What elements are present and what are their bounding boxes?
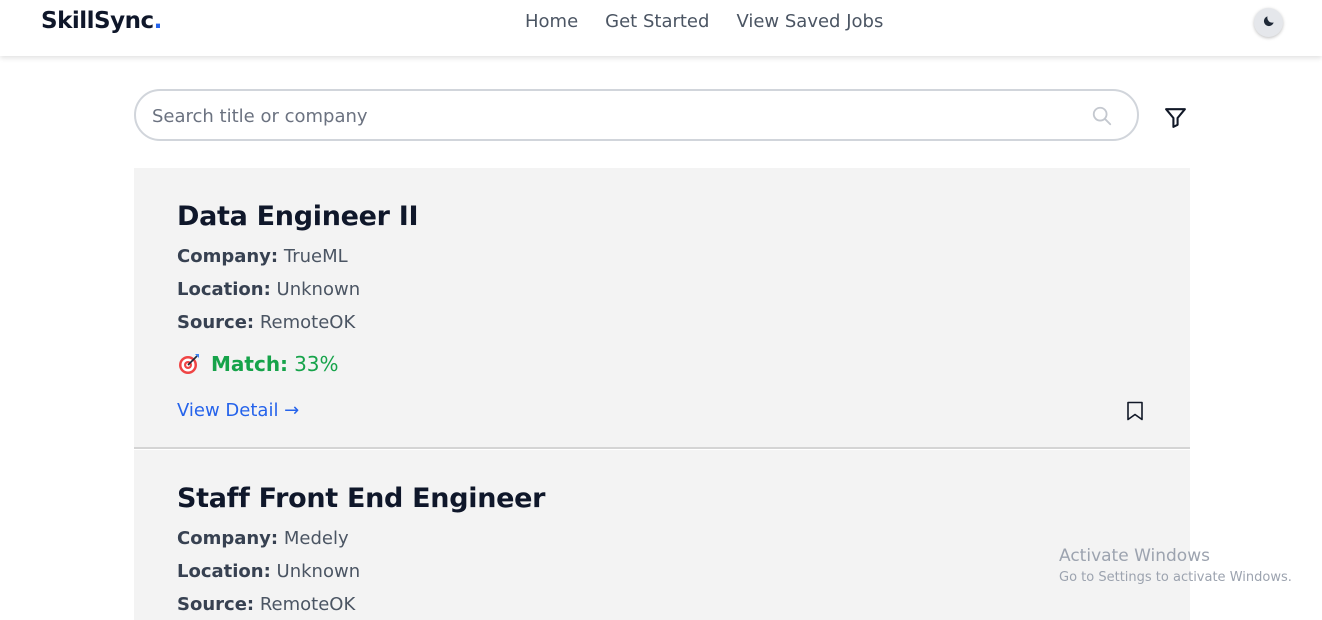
job-source: Source: RemoteOK — [177, 312, 355, 333]
company-label: Company: — [177, 528, 279, 549]
company-value: Medely — [283, 528, 349, 549]
job-source: Source: RemoteOK — [177, 594, 355, 615]
nav-view-saved-jobs[interactable]: View Saved Jobs — [736, 11, 883, 32]
watermark-title: Activate Windows — [1059, 546, 1210, 566]
navbar: SkillSync. Home Get Started View Saved J… — [0, 0, 1322, 56]
job-title: Data Engineer II — [177, 201, 419, 232]
windows-activation-watermark: Activate Windows Go to Settings to activ… — [1059, 546, 1292, 585]
nav-get-started[interactable]: Get Started — [605, 11, 709, 32]
brand-dot: . — [153, 8, 163, 34]
source-label: Source: — [177, 312, 255, 333]
company-value: TrueML — [283, 246, 348, 267]
match-value: 33% — [294, 352, 339, 376]
match-label: Match: — [211, 352, 289, 376]
job-location: Location: Unknown — [177, 279, 360, 300]
job-title: Staff Front End Engineer — [177, 483, 546, 514]
view-detail-link[interactable]: View Detail → — [177, 400, 299, 421]
source-value: RemoteOK — [259, 312, 356, 333]
search-input[interactable] — [152, 103, 1072, 129]
job-card: Staff Front End Engineer Company: Medely… — [134, 450, 1190, 620]
job-card: Data Engineer II Company: TrueML Locatio… — [134, 168, 1190, 449]
source-value: RemoteOK — [259, 594, 356, 615]
job-match: Match: 33% — [177, 352, 339, 376]
theme-toggle-button[interactable] — [1254, 8, 1283, 37]
moon-icon — [1262, 13, 1276, 32]
location-value: Unknown — [276, 561, 361, 582]
location-label: Location: — [177, 279, 271, 300]
location-label: Location: — [177, 561, 271, 582]
watermark-subtitle: Go to Settings to activate Windows. — [1059, 570, 1292, 585]
filter-icon[interactable] — [1163, 105, 1188, 134]
search-bar — [134, 89, 1139, 141]
job-company: Company: TrueML — [177, 246, 348, 267]
target-icon — [177, 352, 201, 376]
nav-home[interactable]: Home — [525, 11, 578, 32]
location-value: Unknown — [276, 279, 361, 300]
brand-logo[interactable]: SkillSync. — [41, 8, 162, 34]
bookmark-icon[interactable] — [1126, 401, 1144, 425]
company-label: Company: — [177, 246, 279, 267]
nav-links: Home Get Started View Saved Jobs — [525, 11, 910, 32]
search-icon[interactable] — [1091, 105, 1113, 131]
source-label: Source: — [177, 594, 255, 615]
job-company: Company: Medely — [177, 528, 349, 549]
brand-name: SkillSync — [41, 8, 154, 34]
job-location: Location: Unknown — [177, 561, 360, 582]
